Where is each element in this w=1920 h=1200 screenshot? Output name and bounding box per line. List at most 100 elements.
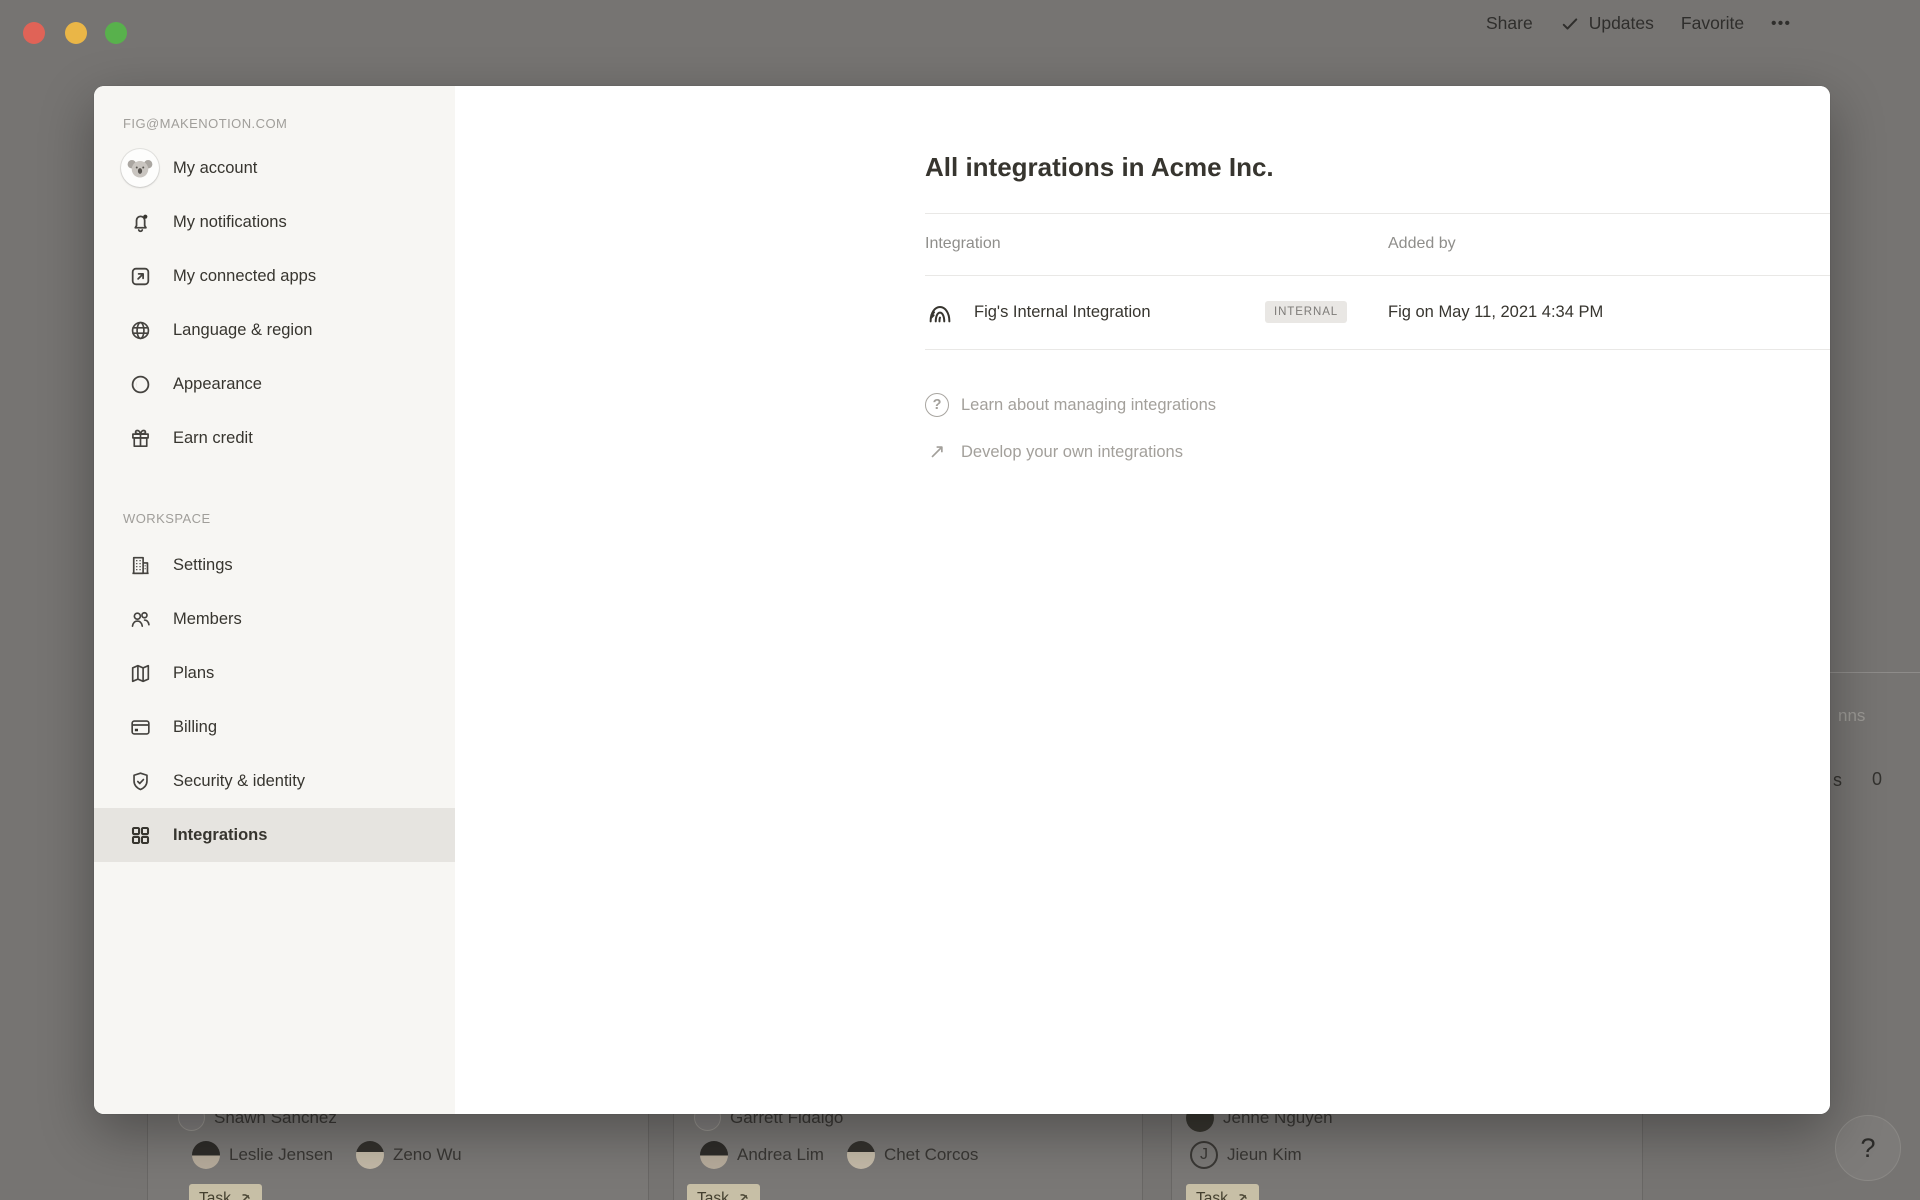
person-name: Leslie Jensen bbox=[229, 1145, 333, 1165]
page-title: All integrations in Acme Inc. bbox=[925, 152, 1274, 183]
settings-modal: FIG@MAKENOTION.COM My account My notific… bbox=[94, 86, 1830, 1114]
clipped-text: nns bbox=[1838, 706, 1865, 726]
pick-icon bbox=[1234, 1192, 1249, 1200]
sidebar-item-label: My account bbox=[173, 159, 257, 178]
sidebar-item-label: Earn credit bbox=[173, 429, 253, 448]
tag-label: Task bbox=[199, 1190, 231, 1200]
sidebar-item-label: Plans bbox=[173, 664, 214, 683]
clipped-text: s bbox=[1833, 770, 1842, 791]
table-header: Integration Added by bbox=[925, 213, 1830, 275]
shield-check-icon bbox=[121, 769, 159, 794]
integration-name: Fig's Internal Integration bbox=[974, 303, 1151, 322]
sidebar-item-billing[interactable]: Billing bbox=[94, 700, 455, 754]
sidebar-item-appearance[interactable]: Appearance bbox=[94, 357, 455, 411]
avatar-initial: J bbox=[1190, 1141, 1218, 1169]
updates-button[interactable]: Updates bbox=[1560, 13, 1654, 34]
question-circle-icon: ? bbox=[925, 393, 949, 417]
map-icon bbox=[121, 661, 159, 686]
sidebar-item-integrations[interactable]: Integrations bbox=[94, 808, 455, 862]
sidebar-item-my-notifications[interactable]: My notifications bbox=[94, 195, 455, 249]
tag-label: Task bbox=[697, 1190, 729, 1200]
sidebar-item-label: My notifications bbox=[173, 213, 287, 232]
divider bbox=[925, 349, 1830, 350]
gift-icon bbox=[121, 426, 159, 451]
sidebar-item-label: Appearance bbox=[173, 375, 262, 394]
screen: Share Updates Favorite ••• Shawn Sanchez… bbox=[0, 0, 1920, 1200]
pick-icon bbox=[735, 1192, 750, 1200]
sidebar-item-label: Settings bbox=[173, 556, 233, 575]
board-person-row: Andrea Lim Chet Corcos bbox=[700, 1141, 978, 1169]
avatar bbox=[356, 1141, 384, 1169]
ellipsis-icon: ••• bbox=[1771, 15, 1791, 32]
task-tag: Task bbox=[1186, 1184, 1259, 1200]
avatar bbox=[700, 1141, 728, 1169]
task-tag: Task bbox=[189, 1184, 262, 1200]
task-tag: Task bbox=[687, 1184, 760, 1200]
learn-integrations-link[interactable]: ? Learn about managing integrations bbox=[925, 388, 1216, 422]
sidebar-item-language-region[interactable]: Language & region bbox=[94, 303, 455, 357]
sidebar-item-my-connected-apps[interactable]: My connected apps bbox=[94, 249, 455, 303]
avatar-letter: J bbox=[1200, 1146, 1208, 1164]
tag-label: Task bbox=[1196, 1190, 1228, 1200]
person-name: Zeno Wu bbox=[393, 1145, 462, 1165]
moon-icon bbox=[121, 372, 159, 397]
credit-card-icon bbox=[121, 715, 159, 740]
grid-icon bbox=[121, 823, 159, 848]
person-name: Jieun Kim bbox=[1227, 1145, 1302, 1165]
settings-sidebar: FIG@MAKENOTION.COM My account My notific… bbox=[94, 86, 456, 1114]
favorite-label: Favorite bbox=[1681, 13, 1744, 34]
integrations-panel: All integrations in Acme Inc. Integratio… bbox=[455, 86, 1830, 1114]
avatar bbox=[847, 1141, 875, 1169]
sidebar-item-label: Members bbox=[173, 610, 242, 629]
help-button[interactable]: ? bbox=[1835, 1115, 1901, 1181]
column-header-integration: Integration bbox=[925, 235, 1001, 253]
pick-icon bbox=[237, 1192, 252, 1200]
updates-label: Updates bbox=[1589, 13, 1654, 34]
globe-icon bbox=[121, 318, 159, 343]
sidebar-item-members[interactable]: Members bbox=[94, 592, 455, 646]
account-email: FIG@MAKENOTION.COM bbox=[123, 116, 445, 131]
sidebar-item-earn-credit[interactable]: Earn credit bbox=[94, 411, 455, 465]
share-button[interactable]: Share bbox=[1486, 13, 1533, 34]
sidebar-item-label: Language & region bbox=[173, 321, 312, 340]
more-menu-button[interactable]: ••• bbox=[1771, 15, 1791, 32]
question-glyph: ? bbox=[933, 397, 942, 413]
board-person-row: J Jieun Kim bbox=[1190, 1141, 1302, 1169]
table-row[interactable]: Fig's Internal Integration INTERNAL Fig … bbox=[925, 275, 1830, 349]
members-icon bbox=[121, 607, 159, 632]
check-icon bbox=[1560, 14, 1580, 34]
sidebar-item-label: My connected apps bbox=[173, 267, 316, 286]
sidebar-item-my-account[interactable]: My account bbox=[94, 141, 455, 195]
building-icon bbox=[121, 553, 159, 578]
column-header-added-by: Added by bbox=[1388, 235, 1456, 253]
sidebar-item-settings[interactable]: Settings bbox=[94, 538, 455, 592]
share-label: Share bbox=[1486, 13, 1533, 34]
connected-apps-icon bbox=[121, 264, 159, 289]
app-topbar: Share Updates Favorite ••• bbox=[1486, 13, 1791, 34]
avatar-koala-icon bbox=[121, 149, 159, 187]
workspace-heading: WORKSPACE bbox=[123, 511, 445, 526]
sidebar-item-label: Security & identity bbox=[173, 772, 305, 791]
fig-logo-icon bbox=[925, 297, 955, 327]
link-label: Develop your own integrations bbox=[961, 443, 1183, 462]
zoom-window-button[interactable] bbox=[105, 22, 127, 44]
close-window-button[interactable] bbox=[23, 22, 45, 44]
develop-integrations-link[interactable]: ↗ Develop your own integrations bbox=[925, 435, 1183, 469]
arrow-up-right-icon: ↗ bbox=[925, 440, 949, 464]
clipped-count: 0 bbox=[1872, 769, 1882, 790]
person-name: Chet Corcos bbox=[884, 1145, 978, 1165]
link-label: Learn about managing integrations bbox=[961, 396, 1216, 415]
added-by-value: Fig on May 11, 2021 4:34 PM bbox=[1388, 303, 1603, 322]
person-name: Andrea Lim bbox=[737, 1145, 824, 1165]
sidebar-item-security-identity[interactable]: Security & identity bbox=[94, 754, 455, 808]
favorite-button[interactable]: Favorite bbox=[1681, 13, 1744, 34]
internal-badge: INTERNAL bbox=[1265, 301, 1347, 323]
help-label: ? bbox=[1860, 1133, 1875, 1164]
minimize-window-button[interactable] bbox=[65, 22, 87, 44]
sidebar-item-plans[interactable]: Plans bbox=[94, 646, 455, 700]
sidebar-item-label: Integrations bbox=[173, 826, 267, 845]
avatar bbox=[192, 1141, 220, 1169]
board-person-row: Leslie Jensen Zeno Wu bbox=[192, 1141, 462, 1169]
background-divider bbox=[1830, 672, 1920, 673]
sidebar-item-label: Billing bbox=[173, 718, 217, 737]
